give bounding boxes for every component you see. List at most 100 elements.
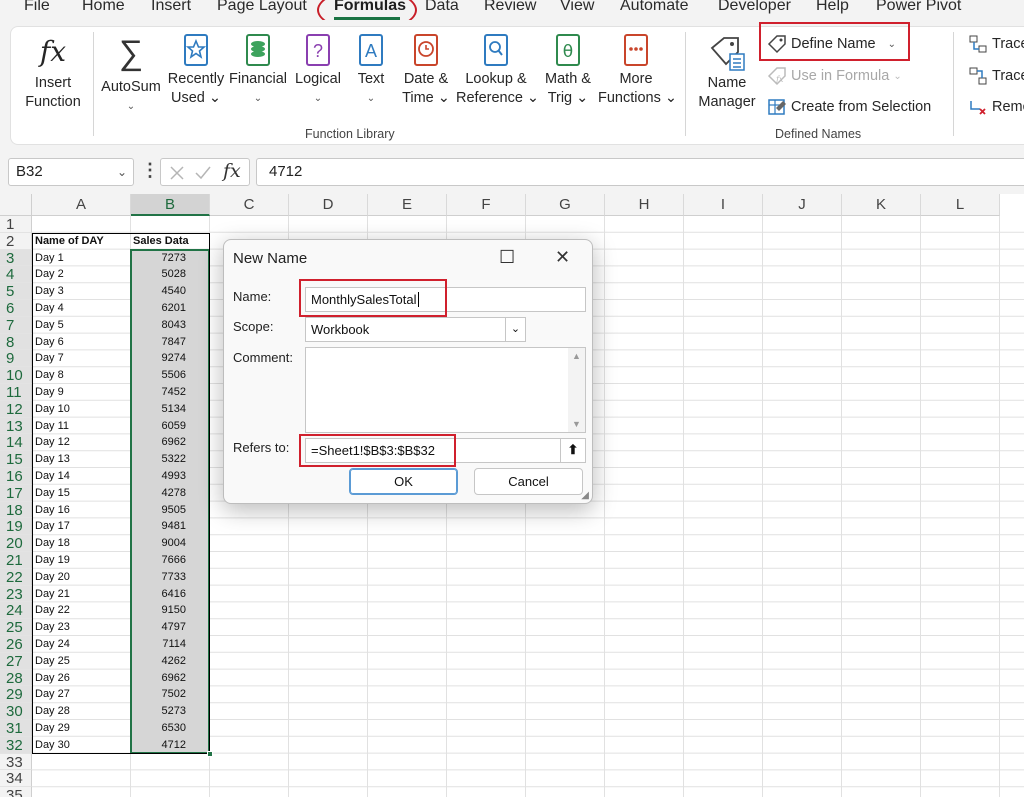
table-cell-day[interactable]: Day 25 [35, 653, 130, 670]
use-in-formula-button[interactable]: fx Use in Formula ⌄ [767, 66, 902, 86]
table-cell-sales[interactable]: 4797 [133, 619, 186, 636]
table-cell-sales[interactable]: 6201 [133, 300, 186, 317]
scroll-down-icon[interactable]: ▼ [572, 419, 581, 429]
cancel-button[interactable]: Cancel [474, 468, 583, 495]
table-cell-sales[interactable]: 6962 [133, 434, 186, 451]
column-header-b[interactable]: B [131, 194, 210, 216]
table-cell-day[interactable]: Day 22 [35, 602, 130, 619]
table-cell-sales[interactable]: 8043 [133, 317, 186, 334]
table-cell-day[interactable]: Day 20 [35, 569, 130, 586]
date-time-button[interactable]: Date & Time ⌄ [398, 34, 454, 108]
ok-button[interactable]: OK [349, 468, 458, 495]
remove-arrows-button[interactable]: Remo [968, 97, 1024, 117]
row-header-35[interactable]: 35 [0, 787, 32, 797]
table-cell-day[interactable]: Day 28 [35, 703, 130, 720]
table-cell-day[interactable]: Day 17 [35, 518, 130, 535]
table-cell-day[interactable]: Day 8 [35, 367, 130, 384]
row-header-13[interactable]: 13 [0, 417, 32, 434]
table-cell-day[interactable]: Day 26 [35, 670, 130, 687]
table-cell-sales[interactable]: 9274 [133, 350, 186, 367]
table-cell-sales[interactable]: 5028 [133, 266, 186, 283]
financial-button[interactable]: Financial ⌄ [228, 34, 288, 108]
name-box[interactable]: B32 ⌄ [8, 158, 134, 186]
table-cell-sales[interactable]: 7666 [133, 552, 186, 569]
more-functions-button[interactable]: More Functions ⌄ [598, 34, 677, 108]
table-cell-sales[interactable]: 7733 [133, 569, 186, 586]
table-cell-day[interactable]: Day 30 [35, 737, 130, 754]
row-header-5[interactable]: 5 [0, 283, 32, 300]
table-cell-day[interactable]: Day 15 [35, 485, 130, 502]
table-cell-day[interactable]: Day 3 [35, 283, 130, 300]
table-cell-day[interactable]: Day 16 [35, 502, 130, 519]
table-cell-sales[interactable]: 5273 [133, 703, 186, 720]
column-header-e[interactable]: E [368, 194, 447, 216]
row-header-26[interactable]: 26 [0, 636, 32, 653]
scope-select[interactable]: Workbook ⌄ [305, 317, 526, 342]
table-cell-sales[interactable]: 7847 [133, 334, 186, 351]
autosum-button[interactable]: ∑ AutoSum ⌄ [99, 34, 163, 116]
row-header-2[interactable]: 2 [0, 232, 32, 250]
row-header-4[interactable]: 4 [0, 266, 32, 283]
table-cell-sales[interactable]: 5322 [133, 451, 186, 468]
table-cell-sales[interactable]: 9505 [133, 502, 186, 519]
row-header-17[interactable]: 17 [0, 484, 32, 502]
select-all-corner[interactable] [0, 194, 32, 216]
text-button[interactable]: A Text ⌄ [349, 34, 393, 108]
logical-button[interactable]: ? Logical ⌄ [292, 34, 344, 108]
row-header-6[interactable]: 6 [0, 300, 32, 317]
table-cell-day[interactable]: Day 2 [35, 266, 130, 283]
comment-textarea[interactable]: ▲ ▼ [305, 347, 586, 433]
menu-data[interactable]: Data [425, 0, 459, 15]
table-cell-day[interactable]: Day 14 [35, 468, 130, 485]
menu-file[interactable]: File [24, 0, 50, 15]
column-header-k[interactable]: K [842, 194, 921, 216]
row-header-10[interactable]: 10 [0, 367, 32, 384]
row-header-25[interactable]: 25 [0, 619, 32, 636]
table-cell-sales[interactable]: 7452 [133, 384, 186, 401]
row-header-22[interactable]: 22 [0, 568, 32, 586]
table-cell-day[interactable]: Day 5 [35, 317, 130, 334]
name-manager-button[interactable]: Name Manager [694, 34, 760, 112]
row-header-16[interactable]: 16 [0, 468, 32, 485]
chevron-down-icon[interactable]: ⌄ [117, 165, 127, 179]
row-header-32[interactable]: 32 [0, 736, 32, 754]
enter-check-icon[interactable] [194, 165, 212, 181]
table-cell-day[interactable]: Day 13 [35, 451, 130, 468]
row-header-30[interactable]: 30 [0, 703, 32, 720]
menu-home[interactable]: Home [82, 0, 125, 15]
menu-developer[interactable]: Developer [718, 0, 791, 15]
maximize-icon[interactable]: ☐ [499, 247, 515, 268]
cell-b2-header[interactable]: Sales Data [133, 233, 209, 250]
table-cell-day[interactable]: Day 11 [35, 418, 130, 435]
table-cell-sales[interactable]: 4993 [133, 468, 186, 485]
column-header-f[interactable]: F [447, 194, 526, 216]
column-header-j[interactable]: J [763, 194, 842, 216]
insert-function-fx-icon[interactable]: fx [223, 160, 241, 182]
row-header-24[interactable]: 24 [0, 602, 32, 619]
create-from-selection-button[interactable]: Create from Selection [767, 97, 931, 117]
row-header-15[interactable]: 15 [0, 451, 32, 468]
row-header-9[interactable]: 9 [0, 350, 32, 367]
table-cell-sales[interactable]: 6416 [133, 586, 186, 603]
table-cell-day[interactable]: Day 9 [35, 384, 130, 401]
table-cell-sales[interactable]: 9481 [133, 518, 186, 535]
row-header-18[interactable]: 18 [0, 501, 32, 518]
close-icon[interactable]: ✕ [555, 247, 570, 268]
formula-input[interactable]: 4712 [256, 158, 1024, 186]
trace-precedents-button[interactable]: Trace [968, 34, 1024, 54]
table-cell-day[interactable]: Day 18 [35, 535, 130, 552]
table-cell-sales[interactable]: 7114 [133, 636, 186, 653]
menu-review[interactable]: Review [484, 0, 536, 15]
column-header-l[interactable]: L [921, 194, 1000, 216]
row-header-1[interactable]: 1 [0, 216, 32, 233]
cancel-icon[interactable] [169, 165, 185, 181]
table-cell-day[interactable]: Day 4 [35, 300, 130, 317]
row-header-14[interactable]: 14 [0, 434, 32, 451]
cell-a2-header[interactable]: Name of DAY [35, 233, 130, 250]
row-header-33[interactable]: 33 [0, 753, 32, 770]
table-cell-day[interactable]: Day 6 [35, 334, 130, 351]
menu-page-layout[interactable]: Page Layout [217, 0, 307, 15]
column-header-d[interactable]: D [289, 194, 368, 216]
row-header-20[interactable]: 20 [0, 535, 32, 552]
trace-dependents-button[interactable]: Trace [968, 66, 1024, 86]
